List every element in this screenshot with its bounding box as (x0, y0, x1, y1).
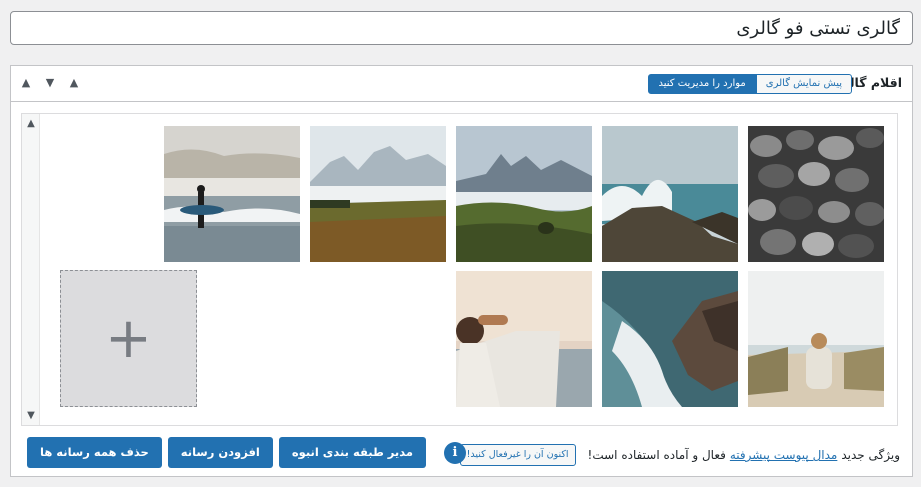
tab-gallery-preview[interactable]: پیش نمایش گالری (755, 74, 852, 94)
scroll-up-icon[interactable]: ▲ (24, 118, 38, 129)
scroll-down-icon[interactable]: ▼ (24, 410, 38, 421)
gallery-item-man-at-sunset-sea[interactable] (456, 271, 592, 407)
post-title-text: گالری تستی فو گالری (736, 17, 900, 39)
gallery-item-mountain-fog-meadow[interactable] (456, 126, 592, 262)
notice-prefix: ویژگی جدید (841, 448, 900, 462)
move-up-icon[interactable]: ▲ (17, 74, 35, 92)
post-title-input[interactable]: گالری تستی فو گالری (10, 11, 913, 45)
person-dunes-image (748, 271, 884, 407)
crashing-waves-image (602, 271, 738, 407)
add-media-button[interactable]: افزودن رسانه (167, 437, 273, 468)
new-feature-notice: ویژگی جدید مدال پیوست پیشرفته فعال و آما… (459, 444, 900, 466)
gallery-items-metabox: اقلام گالری پیش نمایش گالری موارد را مدی… (10, 65, 913, 477)
gallery-item-person-sitting-dunes[interactable] (748, 271, 884, 407)
surfer-image (164, 126, 300, 262)
bulk-taxonomy-manager-button[interactable]: مدیر طبقه بندی انبوه (278, 437, 427, 468)
misty-mountains-image (310, 126, 446, 262)
gallery-item-sea-waves-rocks[interactable] (602, 126, 738, 262)
disable-now-button[interactable]: اکنون آن را غیرفعال کنید! (459, 444, 576, 466)
plus-icon: + (105, 305, 152, 371)
gallery-item-black-pebbles[interactable] (748, 126, 884, 262)
man-sunset-image (456, 271, 592, 407)
metabox-header: اقلام گالری پیش نمایش گالری موارد را مدی… (11, 66, 912, 102)
advanced-attachment-modal-link[interactable]: مدال پیوست پیشرفته (730, 448, 837, 462)
collapse-toggle-icon[interactable]: ▲ (65, 74, 83, 92)
remove-all-media-button[interactable]: حذف همه رسانه ها (27, 437, 162, 468)
pebbles-image (748, 126, 884, 262)
gallery-item-misty-mountains-field[interactable] (310, 126, 446, 262)
mountain-meadow-image (456, 126, 592, 262)
add-media-tile[interactable]: + (60, 270, 197, 407)
notice-suffix: فعال و آماده استفاده است! (587, 448, 726, 462)
move-down-icon[interactable]: ▼ (41, 74, 59, 92)
info-icon[interactable]: i (444, 441, 467, 464)
gallery-scrollbar[interactable]: ▲ ▼ (22, 114, 40, 425)
view-mode-toggle: پیش نمایش گالری موارد را مدیریت کنید (648, 74, 852, 94)
sea-waves-image (602, 126, 738, 262)
gallery-item-crashing-waves-cliff[interactable] (602, 271, 738, 407)
footer-buttons: حذف همه رسانه ها افزودن رسانه مدیر طبقه … (27, 437, 467, 468)
gallery-items-grid: ▲ ▼ + (21, 113, 898, 426)
metabox-controls: ▲ ▼ ▲ (17, 74, 83, 92)
tab-manage-items[interactable]: موارد را مدیریت کنید (648, 74, 756, 94)
metabox-footer: ویژگی جدید مدال پیوست پیشرفته فعال و آما… (11, 436, 912, 472)
gallery-item-surfer-beach[interactable] (164, 126, 300, 262)
